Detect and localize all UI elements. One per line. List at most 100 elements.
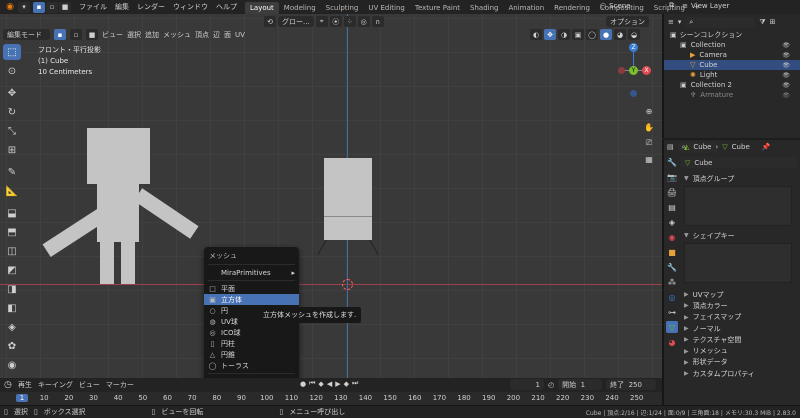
world-tab-icon[interactable]: ◉: [666, 231, 678, 243]
visibility-icon[interactable]: ◐: [530, 29, 542, 40]
next-key-icon[interactable]: ◆: [344, 380, 349, 388]
visibility-eye-icon[interactable]: 👁: [782, 52, 790, 59]
3d-cursor-icon[interactable]: [342, 279, 353, 290]
menu-item-1[interactable]: ▣ 立方体: [204, 294, 299, 305]
face-select-icon[interactable]: ■: [86, 29, 98, 40]
panel-closed[interactable]: ▶ リメッシュ: [681, 345, 800, 356]
output-tab-icon[interactable]: 🖨: [666, 186, 678, 198]
frame-end-field[interactable]: 終了 250: [606, 379, 657, 390]
pan-hand-icon[interactable]: ✋: [642, 120, 656, 134]
tab-texture-paint[interactable]: Texture Paint: [410, 2, 465, 14]
scene-icon[interactable]: ⬡: [600, 2, 606, 10]
gizmo-toggle-icon[interactable]: ✥: [544, 29, 556, 40]
panel-closed[interactable]: ▶ カスタムプロパティ: [681, 368, 800, 379]
breadcrumb-object[interactable]: Cube: [693, 143, 711, 151]
menu-render[interactable]: レンダー: [133, 0, 169, 14]
loop-cut-tool-icon[interactable]: ◨: [3, 281, 21, 297]
shape-keys-list[interactable]: [684, 243, 792, 283]
menu-item-5[interactable]: ▯ 円柱: [204, 338, 299, 349]
xray-icon[interactable]: ▣: [572, 29, 584, 40]
annotate-tool-icon[interactable]: ✎: [3, 164, 21, 180]
render-tab-icon[interactable]: 📷: [666, 171, 678, 183]
bevel-tool-icon[interactable]: ◩: [3, 262, 21, 278]
visibility-eye-icon[interactable]: 👁: [782, 62, 790, 69]
new-collection-icon[interactable]: ⊞: [770, 18, 776, 26]
camera-view-icon[interactable]: ⎚: [642, 136, 656, 150]
view-layer-icon[interactable]: ≡: [682, 2, 688, 10]
snap-target-icon[interactable]: ⁘: [343, 16, 356, 27]
gizmo-y-icon[interactable]: Y: [629, 66, 638, 75]
play-icon[interactable]: ▶: [335, 380, 340, 388]
extrude-tool-icon[interactable]: ⬒: [3, 224, 21, 240]
mode-dropdown[interactable]: 編集モード: [3, 29, 50, 40]
menu-timeline-view[interactable]: ビュー: [79, 380, 100, 390]
visibility-eye-icon[interactable]: 👁: [782, 42, 790, 49]
menu-mesh[interactable]: メッシュ: [163, 30, 191, 40]
prev-key-icon[interactable]: ◆: [318, 380, 323, 388]
scale-tool-icon[interactable]: ⤡: [3, 123, 21, 139]
scene-copy-icon[interactable]: ⧉: [669, 1, 674, 10]
knife-tool-icon[interactable]: ◧: [3, 300, 21, 316]
outliner-search-icon[interactable]: ⌕: [685, 16, 756, 28]
transform-orientation-dropdown[interactable]: グロー...: [278, 16, 314, 27]
proportional-edit-icon[interactable]: ◎: [357, 16, 370, 27]
tab-sculpting[interactable]: Sculpting: [321, 2, 364, 14]
modifier-tab-icon[interactable]: 🔧: [666, 261, 678, 273]
menu-select[interactable]: 選択: [127, 30, 141, 40]
panel-vertex-groups[interactable]: ▼ 頂点グループ: [681, 173, 800, 184]
blender-logo-icon[interactable]: ◉: [4, 1, 16, 13]
physics-tab-icon[interactable]: ◎: [666, 291, 678, 303]
tab-modeling[interactable]: Modeling: [279, 2, 321, 14]
vertex-groups-list[interactable]: [684, 186, 792, 226]
clock-icon[interactable]: ◴: [548, 381, 554, 389]
menu-help[interactable]: ヘルプ: [212, 0, 241, 14]
select-mode-edge-icon[interactable]: ▫: [46, 1, 58, 13]
scene-name[interactable]: Scene: [609, 2, 669, 10]
outliner-row[interactable]: ♆ Armature 👁: [664, 90, 800, 100]
visibility-eye-icon[interactable]: 👁: [782, 82, 790, 89]
panel-closed[interactable]: ▶ 形状データ: [681, 357, 800, 368]
panel-closed[interactable]: ▶ 頂点カラー: [681, 300, 800, 311]
tab-rendering[interactable]: Rendering: [549, 2, 595, 14]
move-tool-icon[interactable]: ✥: [3, 85, 21, 101]
record-icon[interactable]: ●: [300, 380, 306, 388]
tab-layout[interactable]: Layout: [245, 1, 279, 14]
outliner-row[interactable]: ▽ Cube 👁: [664, 60, 800, 70]
menu-edge[interactable]: 辺: [213, 30, 220, 40]
jump-start-icon[interactable]: ⏮: [309, 379, 315, 388]
cursor-tool-icon[interactable]: ⊙: [3, 63, 21, 79]
navigation-gizmo[interactable]: Z Y X: [618, 42, 654, 102]
visibility-eye-icon[interactable]: 👁: [782, 92, 790, 99]
shading-solid-icon[interactable]: ●: [600, 29, 612, 40]
mesh-data-tab-icon[interactable]: ▽: [666, 321, 678, 333]
outliner-row[interactable]: ▣ Collection 👁: [664, 40, 800, 50]
outliner[interactable]: ≡ ▾ ⌕ ⧩ ⊞ ▣ シーンコレクション ▣ Collection 👁 ▶ Camer…: [662, 14, 800, 138]
menu-item-4[interactable]: ◎ ICO球: [204, 327, 299, 338]
select-mode-face-icon[interactable]: ■: [59, 1, 71, 13]
menu-item-miraprimitives[interactable]: MiraPrimitives ▸: [204, 267, 299, 278]
panel-shape-keys[interactable]: ▼ シェイプキー: [681, 230, 800, 241]
edge-select-icon[interactable]: ▫: [70, 29, 82, 40]
outliner-filter-icon[interactable]: ⧩: [759, 18, 765, 27]
shading-wire-icon[interactable]: ◯: [586, 29, 598, 40]
menu-keying[interactable]: キーイング: [38, 380, 73, 390]
panel-closed[interactable]: ▶ UVマップ: [681, 289, 800, 300]
transform-tool-icon[interactable]: ⊞: [3, 142, 21, 158]
projection-grid-icon[interactable]: ▦: [642, 152, 656, 166]
properties-editor[interactable]: ▤ ⌕ ◭ Cube › ▽ Cube 📌 🔧 📷 🖨 ▤ ◈ ◉ ■ 🔧 ⁂ …: [662, 140, 800, 405]
snap-icon[interactable]: ⦿: [329, 16, 342, 27]
measure-tool-icon[interactable]: 📐: [3, 183, 21, 199]
orientation-icon[interactable]: ⟲: [264, 16, 276, 27]
menu-marker[interactable]: マーカー: [106, 380, 134, 390]
pin-icon[interactable]: 📌: [762, 143, 771, 151]
spin-tool-icon[interactable]: ✿: [3, 338, 21, 354]
add-cube-tool-icon[interactable]: ⬓: [3, 205, 21, 221]
properties-editor-icon[interactable]: ▤: [667, 143, 674, 151]
menu-item-6[interactable]: △ 円錐: [204, 349, 299, 360]
gizmo-x-icon[interactable]: X: [642, 66, 651, 75]
menu-item-0[interactable]: □ 平面: [204, 283, 299, 294]
smooth-tool-icon[interactable]: ◉: [3, 357, 21, 373]
pivot-icon[interactable]: ⌖: [315, 16, 328, 27]
scene-collection-row[interactable]: ▣ シーンコレクション: [664, 30, 800, 40]
menu-face[interactable]: 面: [224, 30, 231, 40]
